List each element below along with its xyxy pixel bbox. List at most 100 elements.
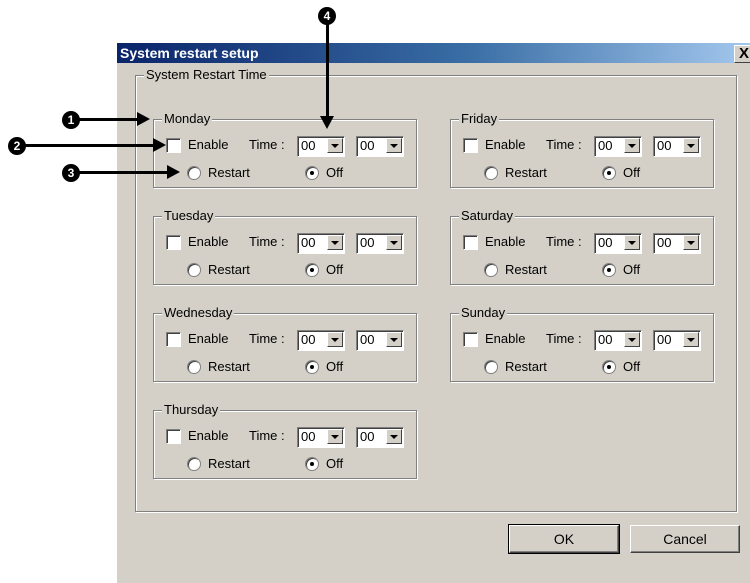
- ok-button[interactable]: OK: [508, 524, 620, 554]
- off-radio[interactable]: [305, 457, 319, 471]
- hour-combobox[interactable]: 00: [594, 233, 642, 254]
- chevron-down-icon[interactable]: [327, 235, 343, 250]
- day-group-saturday: Saturday Enable Time : 00 00 Restart Off: [450, 208, 714, 285]
- restart-label: Restart: [208, 359, 250, 374]
- restart-radio[interactable]: [484, 166, 498, 180]
- hour-combobox[interactable]: 00: [594, 136, 642, 157]
- minute-value: 00: [657, 235, 672, 250]
- time-label: Time :: [249, 428, 285, 443]
- chevron-down-icon[interactable]: [624, 332, 640, 347]
- minute-value: 00: [657, 332, 672, 347]
- hour-combobox[interactable]: 00: [297, 427, 345, 448]
- off-label: Off: [623, 165, 641, 180]
- enable-label: Enable: [485, 331, 526, 346]
- enable-checkbox[interactable]: [463, 235, 478, 250]
- minute-value: 00: [360, 332, 375, 347]
- callout-3-arrow: [78, 165, 180, 179]
- chevron-down-icon[interactable]: [386, 332, 402, 347]
- off-radio[interactable]: [305, 166, 319, 180]
- day-group-wednesday: Wednesday Enable Time : 00 00 Restart Off: [153, 305, 417, 382]
- enable-label: Enable: [485, 137, 526, 152]
- chevron-down-icon[interactable]: [327, 138, 343, 153]
- restart-radio[interactable]: [187, 360, 201, 374]
- minute-combobox[interactable]: 00: [356, 330, 404, 351]
- callout-4-arrow: [320, 24, 334, 129]
- minute-combobox[interactable]: 00: [653, 233, 701, 254]
- day-label: Wednesday: [162, 305, 235, 321]
- system-restart-time-label: System Restart Time: [144, 67, 269, 83]
- chevron-down-icon[interactable]: [386, 429, 402, 444]
- restart-label: Restart: [208, 456, 250, 471]
- restart-radio[interactable]: [484, 360, 498, 374]
- off-label: Off: [623, 262, 641, 277]
- time-label: Time :: [249, 331, 285, 346]
- enable-label: Enable: [188, 331, 229, 346]
- enable-checkbox[interactable]: [166, 332, 181, 347]
- enable-checkbox[interactable]: [166, 138, 181, 153]
- chevron-down-icon[interactable]: [683, 138, 699, 153]
- day-label: Friday: [459, 111, 500, 127]
- restart-label: Restart: [505, 359, 547, 374]
- window-title: System restart setup: [120, 45, 259, 61]
- enable-checkbox[interactable]: [463, 332, 478, 347]
- day-label: Sunday: [459, 305, 508, 321]
- chevron-down-icon[interactable]: [327, 429, 343, 444]
- hour-combobox[interactable]: 00: [594, 330, 642, 351]
- day-group-tuesday: Tuesday Enable Time : 00 00 Restart Off: [153, 208, 417, 285]
- restart-label: Restart: [208, 165, 250, 180]
- minute-value: 00: [360, 429, 375, 444]
- chevron-down-icon[interactable]: [386, 235, 402, 250]
- time-label: Time :: [249, 137, 285, 152]
- off-label: Off: [326, 262, 344, 277]
- off-radio[interactable]: [305, 263, 319, 277]
- day-label: Monday: [162, 111, 213, 127]
- enable-label: Enable: [188, 234, 229, 249]
- off-label: Off: [326, 456, 344, 471]
- chevron-down-icon[interactable]: [386, 138, 402, 153]
- minute-combobox[interactable]: 00: [356, 427, 404, 448]
- minute-combobox[interactable]: 00: [653, 136, 701, 157]
- hour-value: 00: [301, 332, 316, 347]
- chevron-down-icon[interactable]: [683, 332, 699, 347]
- chevron-down-icon[interactable]: [327, 332, 343, 347]
- restart-radio[interactable]: [484, 263, 498, 277]
- hour-value: 00: [301, 138, 316, 153]
- restart-label: Restart: [505, 262, 547, 277]
- enable-checkbox[interactable]: [166, 235, 181, 250]
- hour-value: 00: [598, 332, 613, 347]
- chevron-down-icon[interactable]: [683, 235, 699, 250]
- chevron-down-icon[interactable]: [624, 235, 640, 250]
- callout-4-badge: 4: [318, 7, 336, 25]
- enable-checkbox[interactable]: [463, 138, 478, 153]
- chevron-down-icon[interactable]: [624, 138, 640, 153]
- hour-value: 00: [301, 235, 316, 250]
- day-label: Thursday: [162, 402, 221, 418]
- time-label: Time :: [546, 137, 582, 152]
- off-radio[interactable]: [305, 360, 319, 374]
- off-radio[interactable]: [602, 166, 616, 180]
- hour-value: 00: [598, 235, 613, 250]
- title-bar[interactable]: System restart setup X: [117, 43, 750, 63]
- minute-value: 00: [360, 235, 375, 250]
- restart-radio[interactable]: [187, 263, 201, 277]
- day-label: Tuesday: [162, 208, 216, 224]
- hour-combobox[interactable]: 00: [297, 330, 345, 351]
- off-label: Off: [326, 165, 344, 180]
- off-radio[interactable]: [602, 360, 616, 374]
- minute-value: 00: [657, 138, 672, 153]
- off-radio[interactable]: [602, 263, 616, 277]
- minute-combobox[interactable]: 00: [356, 136, 404, 157]
- hour-value: 00: [301, 429, 316, 444]
- hour-combobox[interactable]: 00: [297, 136, 345, 157]
- restart-radio[interactable]: [187, 166, 201, 180]
- restart-radio[interactable]: [187, 457, 201, 471]
- hour-combobox[interactable]: 00: [297, 233, 345, 254]
- minute-combobox[interactable]: 00: [653, 330, 701, 351]
- close-button[interactable]: X: [734, 45, 750, 63]
- enable-checkbox[interactable]: [166, 429, 181, 444]
- off-label: Off: [326, 359, 344, 374]
- minute-combobox[interactable]: 00: [356, 233, 404, 254]
- hour-value: 00: [598, 138, 613, 153]
- off-label: Off: [623, 359, 641, 374]
- cancel-button[interactable]: Cancel: [630, 525, 740, 553]
